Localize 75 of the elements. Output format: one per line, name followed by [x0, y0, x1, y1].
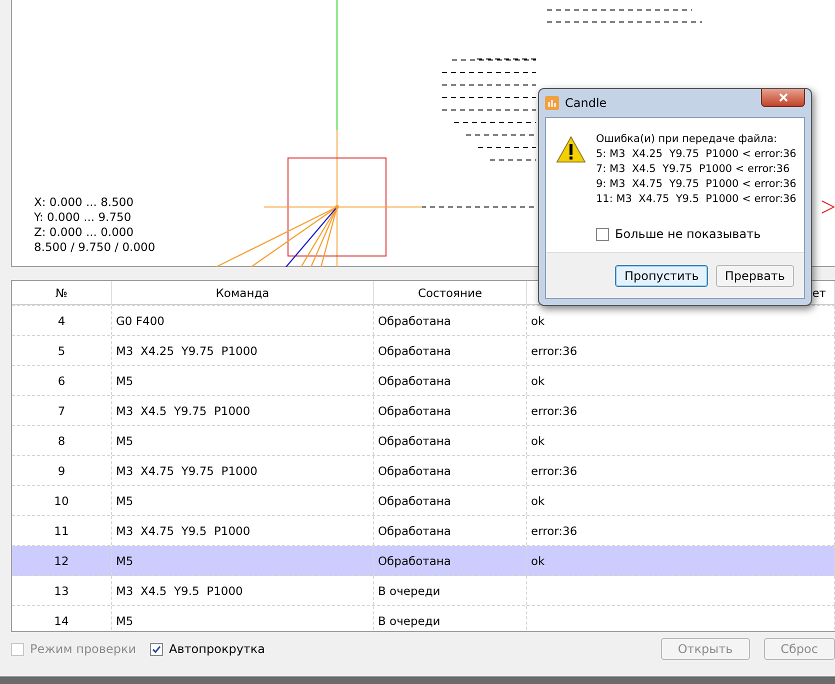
table-cell: ok: [527, 426, 835, 455]
table-cell: 12: [12, 546, 112, 575]
arrow-head-icon: [822, 200, 835, 214]
table-cell: Обработана: [374, 426, 527, 455]
column-header[interactable]: Состояние: [374, 281, 527, 305]
table-cell: Обработана: [374, 516, 527, 545]
checkbox[interactable]: [596, 228, 609, 240]
table-cell: 5: [12, 336, 112, 365]
app-icon: [545, 96, 559, 110]
table-cell: ok: [527, 486, 835, 515]
coordinate-text: X: 0.000 ... 8.500: [34, 195, 135, 210]
column-header[interactable]: №: [12, 281, 112, 305]
table-cell: Обработана: [374, 336, 527, 365]
table-row[interactable]: 6 M5 Обработана ok: [12, 366, 835, 396]
table-row[interactable]: 10 M5 Обработана ok: [12, 486, 835, 516]
table-cell: Обработана: [374, 546, 527, 575]
table-cell: 8: [12, 426, 112, 455]
table-cell: G0 F400: [112, 306, 374, 335]
table-cell: M3 X4.75 Y9.5 P1000: [112, 516, 374, 545]
checkbox-label: Больше не показывать: [615, 227, 761, 241]
table-cell: Обработана: [374, 456, 527, 485]
coordinate-text: 8.500 / 9.750 / 0.000: [34, 240, 156, 255]
table-cell: Обработана: [374, 306, 527, 335]
coordinate-text: Z: 0.000 ... 0.000: [34, 225, 135, 240]
warning-icon: [556, 136, 586, 163]
table-row[interactable]: 9 M3 X4.75 Y9.75 P1000 Обработана error:36: [12, 456, 835, 486]
table-cell: В очереди: [374, 606, 527, 631]
table-cell: M5: [112, 426, 374, 455]
table-cell: 10: [12, 486, 112, 515]
dialog-title: Candle: [565, 96, 607, 110]
table-cell: 7: [12, 396, 112, 425]
table-cell: M5: [112, 486, 374, 515]
table-row[interactable]: 8 M5 Обработана ok: [12, 426, 835, 456]
table-cell: M3 X4.75 Y9.75 P1000: [112, 456, 374, 485]
table-cell: M5: [112, 546, 374, 575]
table-cell: M5: [112, 366, 374, 395]
table-cell: 6: [12, 366, 112, 395]
table-cell: error:36: [527, 516, 835, 545]
table-cell: M3 X4.25 Y9.75 P1000: [112, 336, 374, 365]
table-cell: 14: [12, 606, 112, 631]
table-cell: error:36: [527, 396, 835, 425]
table-cell: error:36: [527, 456, 835, 485]
error-message: 9: M3 X4.75 Y9.75 P1000 < error:36: [596, 177, 796, 192]
dialog-button[interactable]: Прервать: [716, 264, 794, 286]
table-cell: ok: [527, 546, 835, 575]
table-cell: Обработана: [374, 366, 527, 395]
coordinate-text: Y: 0.000 ... 9.750: [34, 210, 132, 225]
table-cell: 11: [12, 516, 112, 545]
table-cell: 9: [12, 456, 112, 485]
table-cell: Обработана: [374, 486, 527, 515]
dialog-button[interactable]: Пропустить: [615, 264, 708, 286]
error-message: 5: M3 X4.25 Y9.75 P1000 < error:36: [596, 147, 796, 162]
table-row[interactable]: 13 M3 X4.5 Y9.5 P1000 В очереди: [12, 576, 835, 606]
table-row[interactable]: 5 M3 X4.25 Y9.75 P1000 Обработана error:36: [12, 336, 835, 366]
error-message: 7: M3 X4.5 Y9.75 P1000 < error:36: [596, 162, 791, 177]
close-icon: [778, 93, 788, 102]
close-button[interactable]: [761, 89, 805, 107]
table-cell: M3 X4.5 Y9.5 P1000: [112, 576, 374, 605]
table-cell: В очереди: [374, 576, 527, 605]
table-cell: ok: [527, 366, 835, 395]
error-message: 11: M3 X4.75 Y9.5 P1000 < error:36: [596, 192, 796, 207]
checkbox-label: Автопрокрутка: [169, 642, 266, 656]
table-cell: M5: [112, 606, 374, 631]
checkbox[interactable]: [150, 642, 164, 656]
table-cell: 13: [12, 576, 112, 605]
table-cell: Обработана: [374, 396, 527, 425]
table-cell: 4: [12, 306, 112, 335]
column-header[interactable]: Команда: [112, 281, 374, 305]
checkbox-label: Режим проверки: [30, 642, 136, 656]
table-cell: error:36: [527, 336, 835, 365]
table-row[interactable]: 14 M5 В очереди: [12, 606, 835, 631]
error-message: Ошибка(и) при передаче файла:: [596, 132, 778, 147]
table-row[interactable]: 7 M3 X4.5 Y9.75 P1000 Обработана error:36: [12, 396, 835, 426]
table-row[interactable]: 12 M5 Обработана ok: [12, 546, 835, 576]
table-cell: M3 X4.5 Y9.75 P1000: [112, 396, 374, 425]
